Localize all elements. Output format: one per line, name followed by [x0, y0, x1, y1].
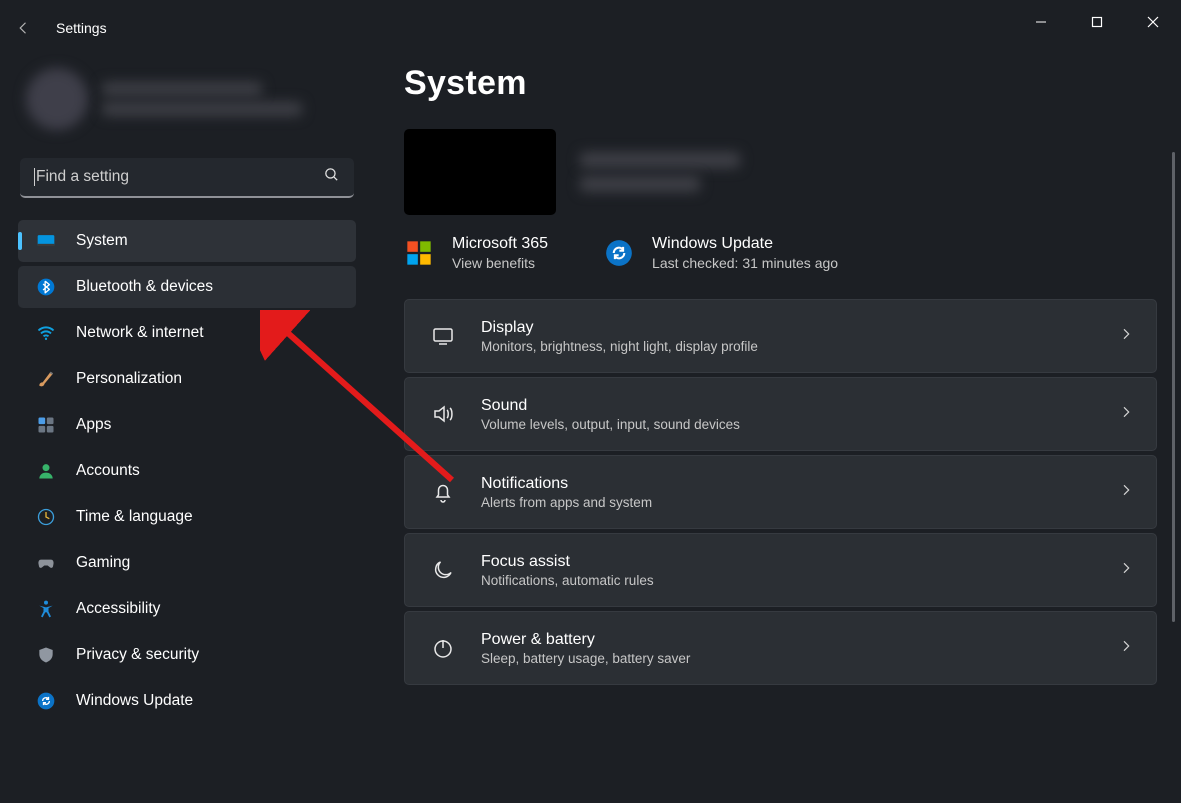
card-sub: Notifications, automatic rules: [481, 573, 654, 588]
sidebar-item-time-language[interactable]: Time & language: [18, 496, 356, 538]
card-sound[interactable]: Sound Volume levels, output, input, soun…: [404, 377, 1157, 451]
sidebar-item-personalization[interactable]: Personalization: [18, 358, 356, 400]
person-icon: [36, 461, 56, 481]
maximize-button[interactable]: [1069, 0, 1125, 44]
sidebar-item-bluetooth[interactable]: Bluetooth & devices: [18, 266, 356, 308]
scrollbar[interactable]: [1172, 152, 1175, 622]
card-title: Sound: [481, 397, 740, 415]
device-summary: [404, 127, 1157, 217]
card-focus-assist[interactable]: Focus assist Notifications, automatic ru…: [404, 533, 1157, 607]
profile-text: [102, 82, 348, 116]
moon-icon: [431, 558, 455, 582]
device-text-redacted: [580, 152, 740, 192]
sidebar-item-label: Accessibility: [76, 600, 160, 618]
sidebar-item-windows-update[interactable]: Windows Update: [18, 680, 356, 722]
display-icon: [36, 231, 56, 251]
text-caret: [34, 168, 35, 186]
wifi-icon: [36, 323, 56, 343]
power-icon: [431, 636, 455, 660]
card-title: Display: [481, 319, 758, 337]
card-power-battery[interactable]: Power & battery Sleep, battery usage, ba…: [404, 611, 1157, 685]
sidebar: Find a setting System Bluetooth & device…: [18, 70, 356, 803]
card-sub: Alerts from apps and system: [481, 495, 652, 510]
sidebar-item-label: Network & internet: [76, 324, 204, 342]
profile-email-redacted: [102, 102, 302, 116]
sidebar-item-gaming[interactable]: Gaming: [18, 542, 356, 584]
card-notifications[interactable]: Notifications Alerts from apps and syste…: [404, 455, 1157, 529]
promo-title: Microsoft 365: [452, 235, 548, 253]
promo-sub: Last checked: 31 minutes ago: [652, 255, 838, 271]
sidebar-item-network[interactable]: Network & internet: [18, 312, 356, 354]
card-title: Notifications: [481, 475, 652, 493]
bluetooth-icon: [36, 277, 56, 297]
brush-icon: [36, 369, 56, 389]
card-title: Power & battery: [481, 631, 690, 649]
search-placeholder: Find a setting: [36, 168, 129, 186]
chevron-right-icon: [1118, 404, 1134, 425]
sidebar-item-label: Privacy & security: [76, 646, 199, 664]
avatar: [26, 68, 88, 130]
sidebar-item-system[interactable]: System: [18, 220, 356, 262]
window-controls: [1013, 0, 1181, 44]
settings-card-list: Display Monitors, brightness, night ligh…: [404, 299, 1157, 685]
promo-row: Microsoft 365 View benefits Windows Upda…: [404, 235, 1157, 271]
promo-sub: View benefits: [452, 255, 548, 271]
sidebar-nav: System Bluetooth & devices Network & int…: [18, 220, 356, 722]
sidebar-item-label: Time & language: [76, 508, 193, 526]
chevron-right-icon: [1118, 560, 1134, 581]
sidebar-item-label: Apps: [76, 416, 111, 434]
search-input[interactable]: Find a setting: [20, 158, 354, 198]
card-sub: Sleep, battery usage, battery saver: [481, 651, 690, 666]
promo-windows-update[interactable]: Windows Update Last checked: 31 minutes …: [604, 235, 838, 271]
sidebar-item-privacy[interactable]: Privacy & security: [18, 634, 356, 676]
chevron-right-icon: [1118, 482, 1134, 503]
chevron-right-icon: [1118, 326, 1134, 347]
card-display[interactable]: Display Monitors, brightness, night ligh…: [404, 299, 1157, 373]
card-title: Focus assist: [481, 553, 654, 571]
apps-icon: [36, 415, 56, 435]
promo-microsoft-365[interactable]: Microsoft 365 View benefits: [404, 235, 548, 271]
sidebar-item-accounts[interactable]: Accounts: [18, 450, 356, 492]
sidebar-item-label: Gaming: [76, 554, 130, 572]
windows-update-icon: [604, 238, 634, 268]
sidebar-item-label: Windows Update: [76, 692, 193, 710]
back-button[interactable]: [0, 0, 48, 56]
shield-icon: [36, 645, 56, 665]
page-title: System: [404, 64, 1157, 103]
sidebar-item-label: Personalization: [76, 370, 182, 388]
microsoft-365-icon: [404, 238, 434, 268]
sidebar-item-label: System: [76, 232, 128, 250]
bell-icon: [431, 480, 455, 504]
monitor-icon: [431, 324, 455, 348]
card-sub: Volume levels, output, input, sound devi…: [481, 417, 740, 432]
sidebar-item-label: Bluetooth & devices: [76, 278, 213, 296]
close-button[interactable]: [1125, 0, 1181, 44]
profile-name-redacted: [102, 82, 262, 96]
device-thumbnail[interactable]: [404, 129, 556, 215]
app-title: Settings: [56, 20, 107, 36]
sound-icon: [431, 402, 455, 426]
clock-globe-icon: [36, 507, 56, 527]
main-content: System Microsoft 365 View benefits Windo…: [404, 64, 1157, 803]
chevron-right-icon: [1118, 638, 1134, 659]
card-sub: Monitors, brightness, night light, displ…: [481, 339, 758, 354]
minimize-button[interactable]: [1013, 0, 1069, 44]
search-icon: [323, 166, 340, 188]
titlebar: Settings: [0, 0, 1181, 56]
promo-title: Windows Update: [652, 235, 838, 253]
sidebar-item-label: Accounts: [76, 462, 140, 480]
accessibility-icon: [36, 599, 56, 619]
profile-block[interactable]: [18, 70, 356, 140]
gamepad-icon: [36, 553, 56, 573]
update-icon: [36, 691, 56, 711]
sidebar-item-accessibility[interactable]: Accessibility: [18, 588, 356, 630]
sidebar-item-apps[interactable]: Apps: [18, 404, 356, 446]
